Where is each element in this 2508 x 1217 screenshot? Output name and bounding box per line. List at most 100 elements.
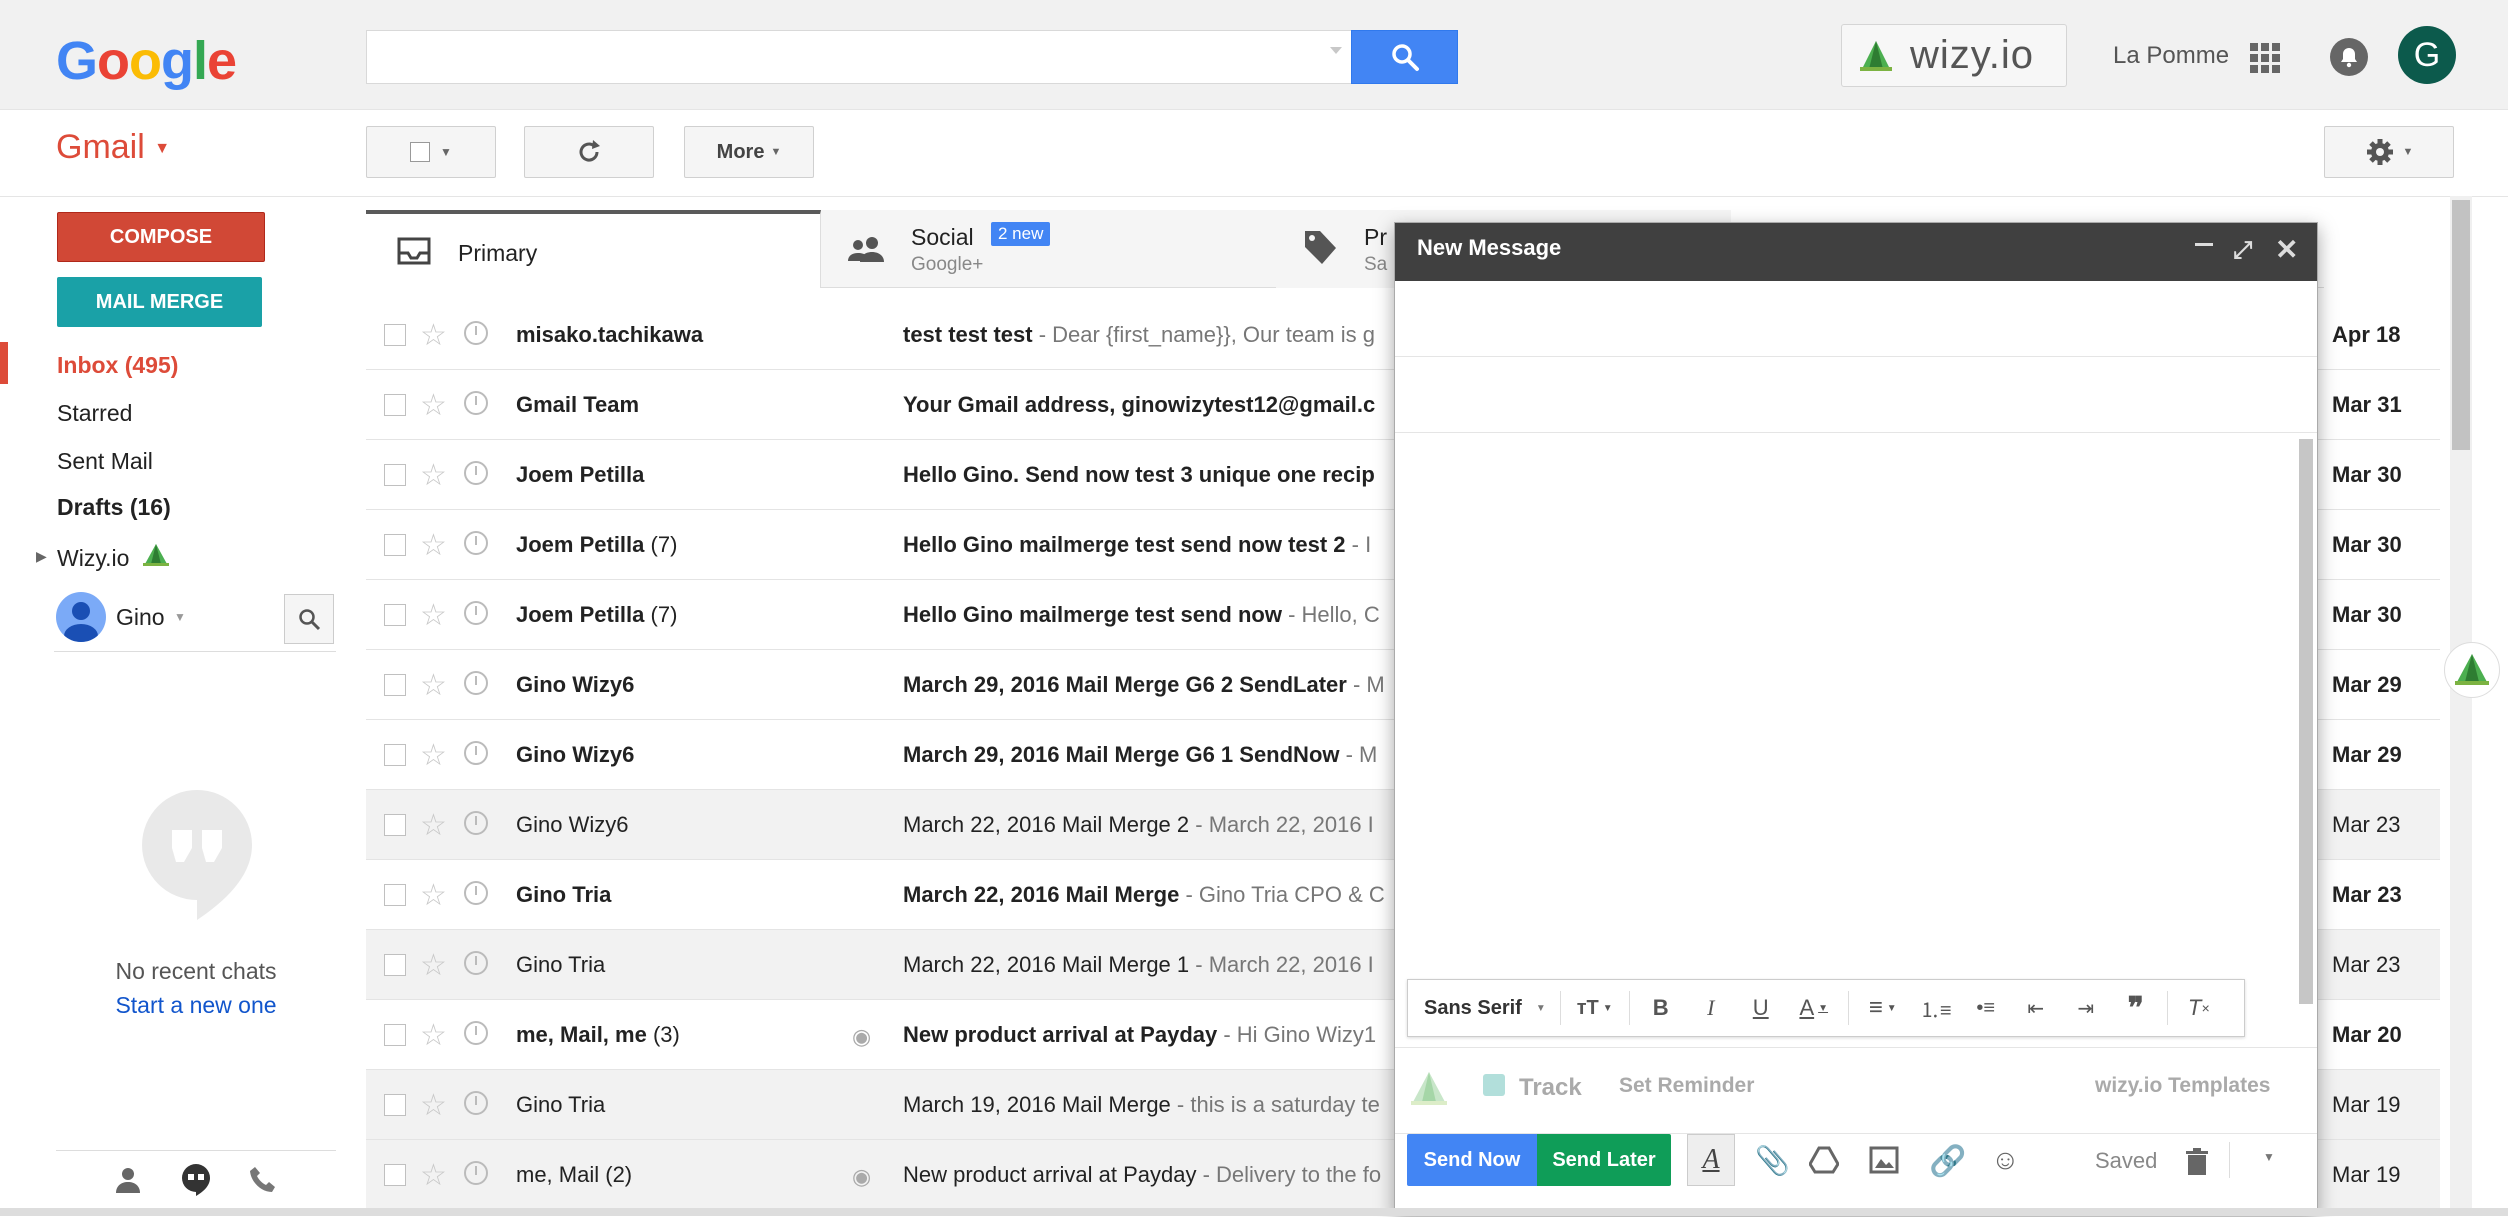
expand-icon[interactable]: ⤢ (2233, 237, 2252, 265)
close-icon[interactable]: ✕ (2275, 233, 2298, 266)
reminder-clock-icon[interactable] (464, 1161, 488, 1185)
more-options-chevron-icon[interactable]: ▼ (2263, 1150, 2275, 1164)
numbered-list-icon[interactable]: ⒈≡ (1911, 979, 1961, 1037)
tab-primary[interactable]: Primary (366, 210, 821, 288)
gmail-menu[interactable]: Gmail ▼ (56, 128, 170, 167)
row-checkbox[interactable] (384, 1094, 406, 1116)
reminder-clock-icon[interactable] (464, 951, 488, 975)
wizy-templates-button[interactable]: wizy.io Templates (2095, 1074, 2270, 1098)
indent-more-icon[interactable]: ⇥ (2061, 979, 2111, 1037)
reminder-clock-icon[interactable] (464, 671, 488, 695)
star-icon[interactable]: ☆ (420, 668, 447, 703)
star-icon[interactable]: ☆ (420, 318, 447, 353)
reminder-clock-icon[interactable] (464, 1021, 488, 1045)
row-checkbox[interactable] (384, 674, 406, 696)
subject-input[interactable] (1395, 357, 2317, 433)
row-checkbox[interactable] (384, 324, 406, 346)
send-now-button[interactable]: Send Now (1407, 1134, 1537, 1186)
refresh-button[interactable] (524, 126, 654, 178)
sidebar-item-sent-mail[interactable]: Sent Mail (57, 448, 153, 475)
font-select[interactable]: Sans Serif ▼ (1408, 979, 1554, 1037)
sidebar-item-drafts[interactable]: Drafts (16) (57, 494, 171, 521)
star-icon[interactable]: ☆ (420, 1088, 447, 1123)
compose-window[interactable]: New Message ⤢ ✕ Sans Serif ▼ тT ▼ B I U A ▼… (1394, 222, 2318, 1216)
star-icon[interactable]: ☆ (420, 1018, 447, 1053)
star-icon[interactable]: ☆ (420, 738, 447, 773)
row-checkbox[interactable] (384, 954, 406, 976)
user-name[interactable]: La Pomme (2113, 42, 2229, 70)
remove-formatting-icon[interactable]: T × (2174, 979, 2224, 1037)
reminder-clock-icon[interactable] (464, 461, 488, 485)
reminder-clock-icon[interactable] (464, 881, 488, 905)
set-reminder-button[interactable]: Set Reminder (1619, 1074, 1754, 1098)
drive-icon[interactable] (1809, 1146, 1839, 1174)
text-color-icon[interactable]: A ▼ (1786, 979, 1842, 1037)
emoji-icon[interactable]: ☺ (1991, 1144, 2020, 1176)
sidebar-item-inbox[interactable]: Inbox (495) (57, 352, 178, 379)
select-checkbox-button[interactable]: ▼ (366, 126, 496, 178)
more-button[interactable]: More ▼ (684, 126, 814, 178)
google-logo[interactable]: Google (56, 30, 237, 92)
search-input[interactable] (366, 30, 1352, 84)
reminder-clock-icon[interactable] (464, 391, 488, 415)
recipients-input[interactable] (1395, 281, 2317, 357)
align-icon[interactable]: ≡ ▼ (1855, 979, 1911, 1037)
link-icon[interactable]: 🔗 (1929, 1144, 1966, 1179)
attach-icon[interactable]: 📎 (1755, 1144, 1790, 1177)
star-icon[interactable]: ☆ (420, 388, 447, 423)
compose-button[interactable]: COMPOSE (57, 212, 265, 262)
indent-less-icon[interactable]: ⇤ (2011, 979, 2061, 1037)
star-icon[interactable]: ☆ (420, 1158, 447, 1193)
chat-search-button[interactable] (284, 594, 334, 644)
row-checkbox[interactable] (384, 604, 406, 626)
phone-icon[interactable] (248, 1165, 278, 1195)
start-new-chat-link[interactable]: Start a new one (56, 992, 336, 1019)
settings-button[interactable]: ▼ (2324, 126, 2454, 178)
compose-header[interactable]: New Message ⤢ ✕ (1395, 223, 2317, 281)
apps-grid-icon[interactable] (2250, 43, 2280, 73)
row-checkbox[interactable] (384, 464, 406, 486)
person-icon[interactable] (114, 1165, 142, 1195)
star-icon[interactable]: ☆ (420, 598, 447, 633)
reminder-clock-icon[interactable] (464, 321, 488, 345)
row-checkbox[interactable] (384, 744, 406, 766)
hangouts-icon[interactable] (180, 1163, 212, 1197)
row-checkbox[interactable] (384, 394, 406, 416)
row-checkbox[interactable] (384, 814, 406, 836)
sidebar-item-starred[interactable]: Starred (57, 400, 132, 427)
reminder-clock-icon[interactable] (464, 741, 488, 765)
italic-icon[interactable]: I (1686, 979, 1736, 1037)
reminder-clock-icon[interactable] (464, 1091, 488, 1115)
search-button[interactable] (1351, 30, 1458, 84)
star-icon[interactable]: ☆ (420, 878, 447, 913)
account-avatar[interactable]: G (2398, 26, 2456, 84)
notifications-bell-icon[interactable] (2330, 38, 2368, 76)
underline-icon[interactable]: U (1736, 979, 1786, 1037)
wizy-button[interactable]: wizy.io (1841, 24, 2067, 87)
row-checkbox[interactable] (384, 884, 406, 906)
bold-icon[interactable]: B (1636, 979, 1686, 1037)
expand-arrow-icon[interactable]: ▶ (36, 548, 47, 565)
insert-photo-icon[interactable] (1869, 1146, 1899, 1174)
search-options-arrow-icon[interactable] (1330, 47, 1342, 54)
reminder-clock-icon[interactable] (464, 811, 488, 835)
minimize-icon[interactable] (2195, 243, 2213, 246)
bulleted-list-icon[interactable]: •≡ (1961, 979, 2011, 1037)
row-checkbox[interactable] (384, 1024, 406, 1046)
row-checkbox[interactable] (384, 534, 406, 556)
star-icon[interactable]: ☆ (420, 808, 447, 843)
star-icon[interactable]: ☆ (420, 528, 447, 563)
tab-social[interactable]: Social 2 new Google+ (821, 210, 1276, 288)
wizy-floating-button[interactable] (2444, 642, 2500, 698)
font-size-icon[interactable]: тT ▼ (1567, 979, 1623, 1037)
mail-merge-button[interactable]: MAIL MERGE (57, 277, 262, 327)
track-checkbox[interactable] (1483, 1074, 1505, 1096)
trash-icon[interactable] (2185, 1148, 2209, 1176)
compose-scrollbar[interactable] (2299, 439, 2313, 1004)
star-icon[interactable]: ☆ (420, 458, 447, 493)
star-icon[interactable]: ☆ (420, 948, 447, 983)
send-later-button[interactable]: Send Later (1537, 1134, 1671, 1186)
row-checkbox[interactable] (384, 1164, 406, 1186)
formatting-toggle-icon[interactable]: A (1687, 1134, 1735, 1186)
quote-icon[interactable]: ❞ (2111, 979, 2161, 1037)
